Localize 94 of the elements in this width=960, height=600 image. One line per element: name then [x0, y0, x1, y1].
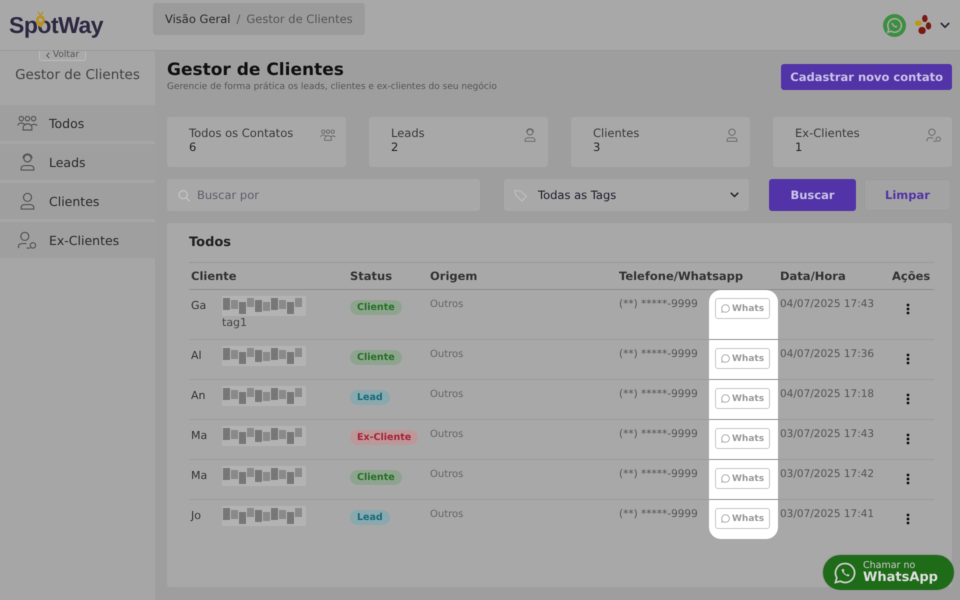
- status-badge: Cliente: [350, 300, 402, 315]
- group-icon: [17, 114, 38, 132]
- table-cell: Ma: [191, 429, 205, 442]
- more-menu-icon[interactable]: [906, 513, 911, 525]
- table-cell: 03/07/2025 17:42: [780, 468, 874, 480]
- status-badge: Cliente: [350, 350, 402, 365]
- back-button[interactable]: Voltar: [38, 51, 86, 61]
- whatsapp-button[interactable]: Whats: [715, 388, 770, 409]
- stat-value: 1: [795, 140, 804, 154]
- table-cell: Outros: [430, 299, 464, 310]
- tags-select[interactable]: Todas as Tags: [504, 179, 749, 211]
- sidebar-item[interactable]: Todos: [0, 105, 155, 141]
- flower-avatar-icon[interactable]: [912, 14, 934, 36]
- column-header: Status: [348, 262, 428, 290]
- table-cell: Outros: [430, 509, 464, 520]
- table-cell: 03/07/2025 17:43: [780, 428, 874, 440]
- table-cell: (**) *****-9999: [619, 298, 698, 310]
- logo[interactable]: SpotWay: [0, 12, 153, 38]
- headset-person-icon: [522, 128, 538, 142]
- column-header: Origem: [428, 262, 617, 290]
- person-minus-icon: [17, 231, 38, 249]
- status-badge: Lead: [350, 390, 390, 405]
- table-title: Todos: [189, 235, 232, 250]
- whatsapp-icon: [721, 304, 730, 313]
- column-header: Ações: [890, 262, 934, 290]
- table-cell: (**) *****-9999: [619, 428, 698, 440]
- table-cell: (**) *****-9999: [619, 388, 698, 400]
- stat-value: 3: [593, 140, 602, 154]
- more-menu-icon[interactable]: [906, 303, 911, 315]
- new-contact-button[interactable]: Cadastrar novo contato: [781, 64, 952, 90]
- table-cell: An: [191, 389, 205, 402]
- stat-label: Todos os Contatos: [189, 126, 294, 140]
- whatsapp-icon: [721, 474, 730, 483]
- more-menu-icon[interactable]: [906, 473, 911, 485]
- group-icon: [320, 128, 336, 142]
- table-cell: Ma: [191, 469, 205, 482]
- whatsapp-chat-button[interactable]: Chamar no WhatsApp: [822, 554, 955, 591]
- table-cell: 04/07/2025 17:18: [780, 388, 874, 400]
- table-cell: 04/07/2025 17:43: [780, 298, 874, 310]
- caret-icon: [730, 192, 739, 198]
- whatsapp-button[interactable]: Whats: [715, 468, 770, 489]
- table-cell: Outros: [430, 429, 464, 440]
- table-cell-text: Al: [191, 349, 203, 362]
- person-minus-icon: [926, 128, 942, 142]
- stat-label: Leads: [391, 126, 425, 140]
- table-cell: 03/07/2025 17:41: [780, 508, 874, 520]
- more-menu-icon[interactable]: [906, 433, 911, 445]
- stat-label: Ex-Clientes: [795, 126, 860, 140]
- whatsapp-icon: [721, 394, 730, 403]
- search-icon: [177, 189, 191, 202]
- person-icon: [724, 128, 740, 142]
- clear-button[interactable]: Limpar: [864, 179, 951, 211]
- column-header: Data/Hora: [778, 262, 890, 290]
- stat-label: Clientes: [593, 126, 640, 140]
- search-button[interactable]: Buscar: [769, 179, 856, 211]
- caret-icon[interactable]: [940, 22, 950, 28]
- search-field[interactable]: Buscar por: [167, 179, 480, 211]
- sidebar-item[interactable]: Clientes: [0, 183, 155, 219]
- breadcrumb-link[interactable]: Gestor de Clientes: [246, 12, 353, 26]
- more-menu-icon[interactable]: [906, 353, 911, 365]
- whatsapp-button[interactable]: Whats: [715, 348, 770, 369]
- breadcrumb-link[interactable]: Visão Geral: [165, 12, 230, 26]
- table-cell: Outros: [430, 469, 464, 480]
- whatsapp-icon: [721, 514, 730, 523]
- chevron-left-icon: [46, 52, 50, 59]
- breadcrumb-separator: /: [236, 12, 240, 26]
- whatsapp-button[interactable]: Whats: [715, 428, 770, 449]
- whatsapp-button[interactable]: Whats: [715, 298, 770, 319]
- more-menu-icon[interactable]: [906, 393, 911, 405]
- page-title: Gestor de Clientes: [167, 60, 345, 80]
- table-cell: Outros: [430, 389, 464, 400]
- table-cell-text: Jo: [191, 509, 202, 522]
- table-cell: (**) *****-9999: [619, 468, 698, 480]
- tag-label: tag1: [222, 316, 248, 329]
- column-header: Cliente: [189, 262, 348, 290]
- whatsapp-icon: [721, 354, 730, 363]
- status-badge: Cliente: [350, 470, 402, 485]
- table-cell: 04/07/2025 17:36: [780, 348, 874, 360]
- column-header: Telefone/Whatsapp: [617, 262, 778, 290]
- whatsapp-icon: [833, 560, 857, 584]
- table-cell: Ga: [191, 299, 205, 312]
- sidebar-title: Gestor de Clientes: [14, 66, 141, 85]
- status-badge: Ex-Cliente: [350, 430, 418, 445]
- table-cell: (**) *****-9999: [619, 508, 698, 520]
- page-subtitle: Gerencie de forma prática os leads, clientes e ex-clientes do seu negócio: [167, 82, 497, 92]
- sidebar-item[interactable]: Ex-Clientes: [0, 222, 155, 258]
- status-badge: Lead: [350, 510, 390, 525]
- whatsapp-button[interactable]: Whats: [715, 508, 770, 529]
- table-cell: (**) *****-9999: [619, 348, 698, 360]
- table-cell: Outros: [430, 349, 464, 360]
- stat-value: 6: [189, 140, 198, 154]
- stat-value: 2: [391, 140, 400, 154]
- sidebar-item[interactable]: Leads: [0, 144, 155, 180]
- whatsapp-icon: [721, 434, 730, 443]
